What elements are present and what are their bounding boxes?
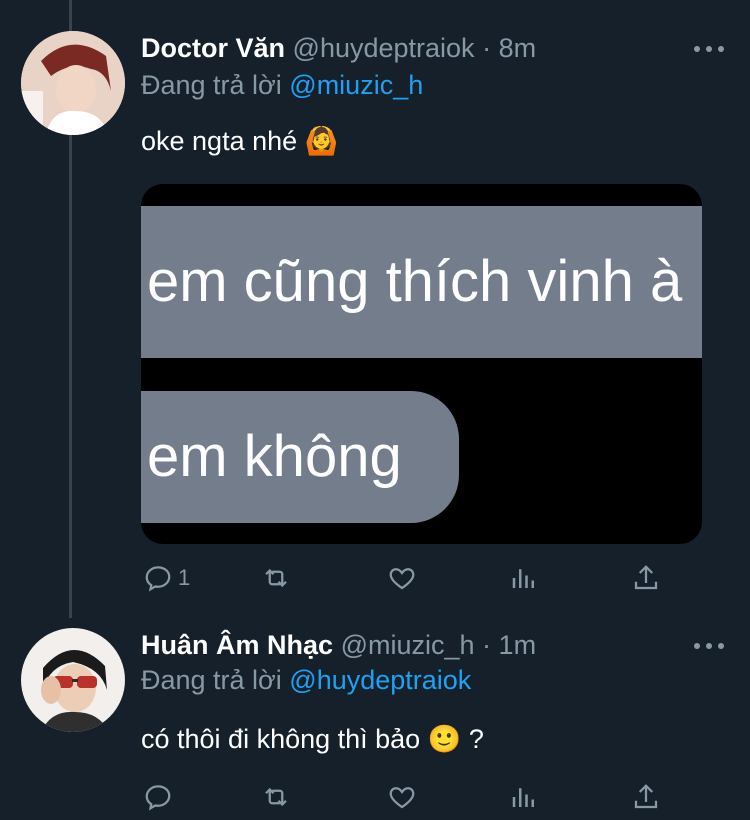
reply-button[interactable] <box>143 777 178 817</box>
avatar-image <box>21 628 125 732</box>
avatar-image <box>21 31 125 135</box>
separator: · <box>482 33 492 63</box>
tweet-header: Huân Âm Nhạc @miuzic_h · 1m <box>141 629 536 661</box>
share-icon <box>634 784 658 809</box>
reply-button[interactable]: 1 <box>143 558 190 598</box>
replying-prefix: Đang trả lời <box>141 70 282 100</box>
tweet-media-image[interactable]: em cũng thích vinh à em không <box>141 184 702 544</box>
analytics-button[interactable] <box>509 558 539 598</box>
more-icon[interactable] <box>694 631 724 661</box>
author-name[interactable]: Huân Âm Nhạc <box>141 630 333 660</box>
chat-bubble-1-text: em cũng thích vinh à <box>147 249 683 314</box>
chat-bubble-2: em không <box>141 391 459 523</box>
timestamp[interactable]: 1m <box>499 630 537 660</box>
chat-bubble-1: em cũng thích vinh à <box>141 206 702 358</box>
tweet-text: oke ngta nhé 🙆 <box>141 126 339 156</box>
replying-prefix: Đang trả lời <box>141 665 282 695</box>
separator: · <box>482 630 492 660</box>
retweet-button[interactable] <box>261 777 291 817</box>
like-button[interactable] <box>387 558 417 598</box>
like-icon <box>389 787 415 809</box>
tweet-actions: 1 <box>141 558 681 598</box>
replying-to: Đang trả lời @huydeptraiok <box>141 664 471 696</box>
analytics-button[interactable] <box>509 777 539 817</box>
share-icon <box>634 565 658 590</box>
replying-to: Đang trả lời @miuzic_h <box>141 69 423 101</box>
analytics-icon <box>512 788 534 807</box>
author-handle[interactable]: @miuzic_h <box>341 630 475 660</box>
avatar[interactable] <box>21 628 125 732</box>
timestamp[interactable]: 8m <box>499 33 537 63</box>
analytics-icon <box>512 569 534 588</box>
share-button[interactable] <box>631 558 661 598</box>
tweet-text: có thôi đi không thì bảo 🙂 ? <box>141 724 484 754</box>
replying-mention[interactable]: @miuzic_h <box>289 70 423 100</box>
replying-mention[interactable]: @huydeptraiok <box>289 665 471 695</box>
reply-icon <box>145 785 171 811</box>
reply-count: 1 <box>178 565 191 590</box>
retweet-icon <box>265 568 287 588</box>
tweet-actions <box>141 777 681 817</box>
like-icon <box>389 568 415 590</box>
tweet-header: Doctor Văn @huydeptraiok · 8m <box>141 32 536 64</box>
reply-icon <box>145 566 171 592</box>
like-button[interactable] <box>387 777 417 817</box>
author-name[interactable]: Doctor Văn <box>141 33 285 63</box>
more-icon[interactable] <box>694 34 724 64</box>
retweet-icon <box>265 787 287 807</box>
retweet-button[interactable] <box>261 558 291 598</box>
avatar[interactable] <box>21 31 125 135</box>
chat-bubble-2-text: em không <box>147 424 402 489</box>
author-handle[interactable]: @huydeptraiok <box>293 33 475 63</box>
share-button[interactable] <box>631 777 661 817</box>
